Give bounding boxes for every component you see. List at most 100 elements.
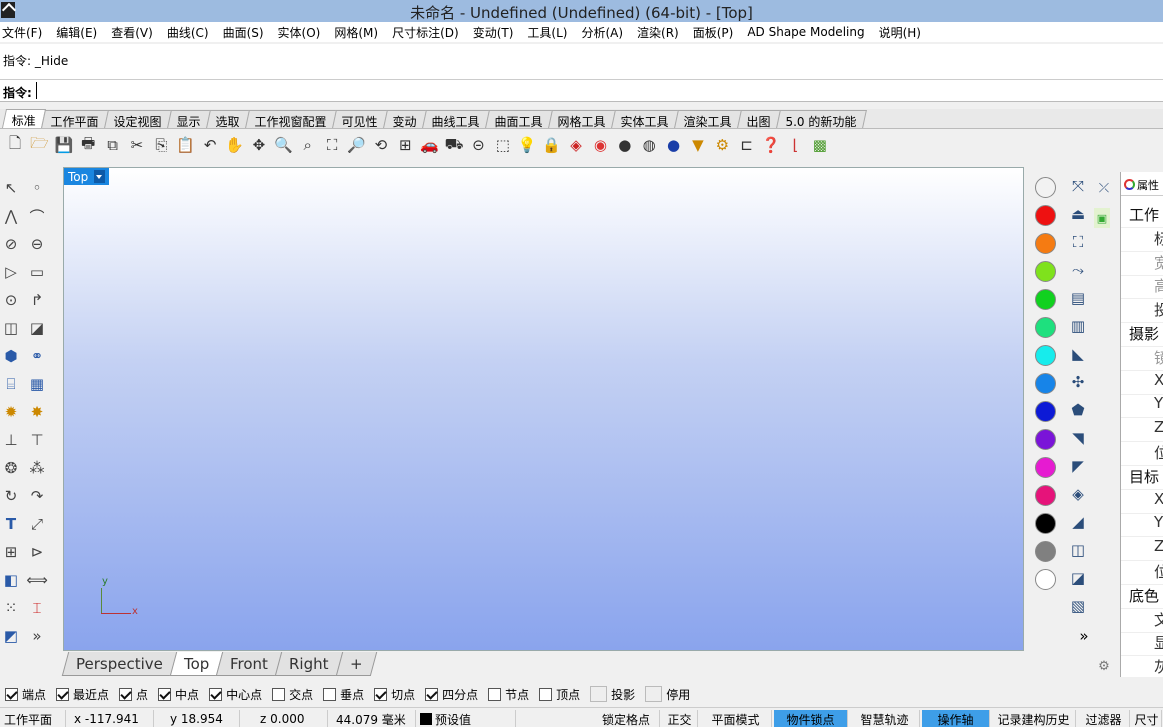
copy-icon[interactable]: ⎘ — [150, 134, 172, 156]
cplane-indicator[interactable]: 工作平面 — [0, 710, 66, 727]
menu-item[interactable]: AD Shape Modeling — [747, 25, 864, 39]
color-swatch[interactable] — [1035, 177, 1056, 198]
cplane-icon[interactable]: ⊝ — [467, 134, 489, 156]
osnap-option[interactable]: 端点 — [5, 686, 46, 703]
color-swatch[interactable] — [1035, 541, 1056, 562]
toolbar-tab[interactable]: 渲染工具 — [674, 110, 743, 129]
edge-surface-icon[interactable]: ✣ — [1066, 370, 1090, 394]
status-toggle-button[interactable]: 物件锁点 — [774, 710, 848, 727]
extrude-surface-icon[interactable]: ⏏ — [1066, 202, 1090, 226]
osnap-option[interactable]: 垂点 — [323, 686, 364, 703]
toolbar-tab[interactable]: 5.0 的新功能 — [776, 110, 868, 129]
status-toggle-button[interactable]: 操作轴 — [922, 710, 990, 727]
surface-edge-icon[interactable]: ◩ — [0, 625, 22, 647]
osnap-checkbox[interactable] — [158, 687, 172, 701]
explode-icon[interactable]: ✹ — [0, 401, 22, 423]
property-row[interactable]: Z — [1121, 418, 1163, 443]
options-gear-icon[interactable]: ⚙ — [711, 134, 733, 156]
viewport-tab[interactable]: Front — [215, 652, 283, 676]
osnap-option[interactable]: 投影 — [590, 686, 635, 703]
more-surface-tools-icon[interactable]: » — [1072, 624, 1096, 648]
toolbar-tab[interactable]: 工作视窗配置 — [245, 110, 338, 129]
polyline-icon[interactable]: ⌊ — [785, 134, 807, 156]
loft-surface-icon[interactable]: ⛶ — [1066, 230, 1090, 254]
toolbar-tab[interactable]: 曲面工具 — [485, 110, 554, 129]
extrude-tool-icon[interactable]: ◪ — [26, 317, 48, 339]
fillet-surface-icon[interactable]: ◢ — [1066, 510, 1090, 534]
current-layer[interactable]: 预设值 — [416, 710, 516, 727]
surface-tool-icon[interactable]: ◫ — [0, 317, 22, 339]
toolbar-tab[interactable]: 显示 — [167, 110, 211, 129]
network-surface-icon[interactable]: ◣ — [1066, 342, 1090, 366]
toolbar-tab[interactable]: 标准 — [1, 109, 47, 128]
status-toggle-button[interactable]: 平面模式 — [700, 710, 772, 727]
property-row[interactable]: Y — [1121, 394, 1163, 419]
point-icon[interactable]: ◦ — [26, 177, 48, 199]
polygon-tool-icon[interactable]: ▷ — [0, 261, 22, 283]
osnap-option[interactable]: 交点 — [272, 686, 313, 703]
ungroup-icon[interactable]: ⁂ — [26, 457, 48, 479]
zoom-window-icon[interactable]: ⌕ — [297, 134, 319, 156]
rectangle-tool-icon[interactable]: ▭ — [26, 261, 48, 283]
polyline-tool-icon[interactable]: ⋀ — [0, 205, 22, 227]
array-tool-icon[interactable]: ⊞ — [0, 541, 22, 563]
zoom-icon[interactable]: 🔍 — [272, 134, 294, 156]
light-bulb-icon[interactable]: 💡 — [516, 134, 538, 156]
dimension-tool-icon[interactable]: ⟺ — [26, 569, 48, 591]
osnap-option[interactable]: 顶点 — [539, 686, 580, 703]
viewport-title[interactable]: Top — [64, 168, 110, 185]
osnap-option[interactable]: 中心点 — [209, 686, 262, 703]
color-swatch[interactable] — [1035, 373, 1056, 394]
osnap-checkbox[interactable] — [425, 687, 439, 701]
save-icon[interactable]: 💾 — [53, 134, 75, 156]
toolbar-tab[interactable]: 网格工具 — [548, 110, 617, 129]
status-toggle-button[interactable]: 过滤器 — [1078, 710, 1130, 727]
osnap-checkbox[interactable] — [645, 686, 663, 702]
osnap-checkbox[interactable] — [374, 687, 388, 701]
color-swatch[interactable] — [1035, 289, 1056, 310]
property-row[interactable]: 标 — [1121, 228, 1163, 252]
move-view-icon[interactable]: ✥ — [248, 134, 270, 156]
print-icon[interactable]: 🖶 — [77, 134, 99, 156]
osnap-option[interactable]: 停用 — [645, 686, 690, 703]
unroll-surface-icon[interactable]: ◫ — [1066, 538, 1090, 562]
property-row[interactable]: Z — [1121, 537, 1163, 562]
circle-tool-icon[interactable]: ⊘ — [0, 233, 22, 255]
split-icon[interactable]: ⊤ — [26, 429, 48, 451]
osnap-checkbox[interactable] — [323, 687, 337, 701]
viewport-layout-icon[interactable]: ⊞ — [394, 134, 416, 156]
surface-from-points-icon[interactable]: ⤧ — [1066, 174, 1090, 198]
cylinder-icon[interactable]: ⌸ — [0, 373, 22, 395]
toolbar-tab[interactable]: 工作平面 — [41, 110, 109, 129]
property-section-header[interactable]: 目标 — [1121, 466, 1163, 490]
property-row[interactable]: 投 — [1121, 299, 1163, 324]
select-points-icon[interactable]: ⬚ — [492, 134, 514, 156]
trim-icon[interactable]: ⊥ — [0, 429, 22, 451]
osnap-checkbox[interactable] — [272, 687, 286, 701]
collapse-icon[interactable]: ⤫ — [1092, 176, 1116, 200]
zoom-extents-icon[interactable]: ⛶ — [321, 134, 343, 156]
rotate-tool-icon[interactable]: ↻ — [0, 485, 22, 507]
ellipse-tool-icon[interactable]: ⊖ — [26, 233, 48, 255]
menu-item[interactable]: 实体(O) — [278, 24, 321, 41]
property-section-header[interactable]: 工作 — [1121, 204, 1163, 228]
scale-tool-icon[interactable]: ↷ — [26, 485, 48, 507]
text-tool-icon[interactable]: T — [0, 513, 22, 535]
osnap-checkbox[interactable] — [590, 686, 608, 702]
render-sphere-icon[interactable]: ● — [614, 134, 636, 156]
status-toggle-button[interactable]: 尺寸 — [1132, 710, 1162, 727]
color-swatch[interactable] — [1035, 429, 1056, 450]
palette-settings-gear-icon[interactable]: ⚙ — [1092, 654, 1116, 678]
toolbar-tab[interactable]: 选取 — [206, 110, 250, 129]
light-icon[interactable]: ▼ — [687, 134, 709, 156]
property-row[interactable]: X — [1121, 490, 1163, 514]
menu-item[interactable]: 渲染(R) — [637, 24, 679, 41]
color-swatch[interactable] — [1035, 205, 1056, 226]
help-icon[interactable]: ❓ — [760, 134, 782, 156]
osnap-checkbox[interactable] — [119, 687, 133, 701]
status-toggle-button[interactable]: 锁定格点 — [593, 710, 660, 727]
named-view-icon[interactable]: ⛟ — [443, 134, 465, 156]
arc-tool-icon[interactable]: ⊙ — [0, 289, 22, 311]
property-section-header[interactable]: 摄影 — [1121, 323, 1163, 347]
color-swatch[interactable] — [1035, 261, 1056, 282]
